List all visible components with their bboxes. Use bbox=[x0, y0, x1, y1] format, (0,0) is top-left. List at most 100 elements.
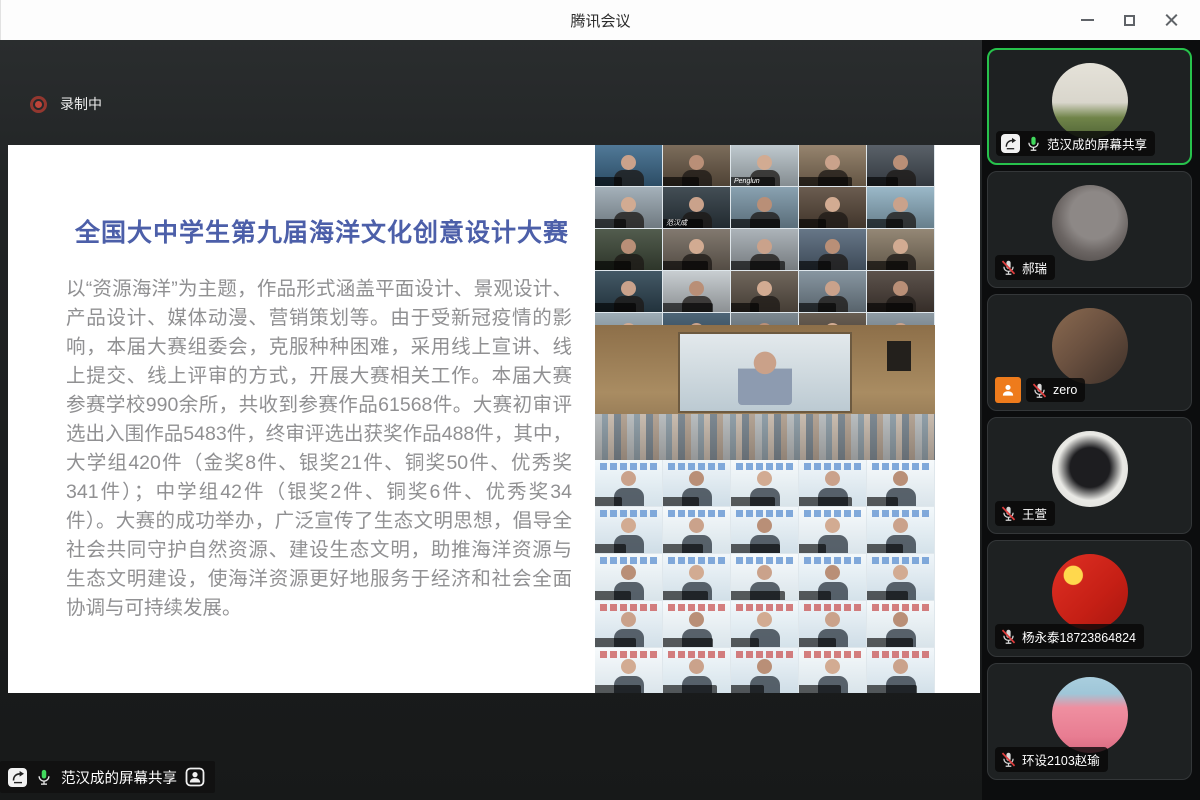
video-wall-tile bbox=[595, 187, 662, 228]
video-wall-tile bbox=[595, 601, 662, 647]
mic-icon bbox=[1000, 628, 1017, 645]
participant-tile[interactable]: 杨永泰18723864824 bbox=[987, 540, 1192, 657]
mic-icon bbox=[1000, 259, 1017, 276]
video-wall-tile bbox=[731, 507, 798, 553]
mic-icon bbox=[1000, 751, 1017, 768]
video-wall-tile bbox=[663, 648, 730, 693]
projection-screen bbox=[680, 334, 850, 411]
video-wall-tile bbox=[731, 187, 798, 228]
video-wall-tile bbox=[799, 313, 866, 325]
video-wall-tile bbox=[799, 145, 866, 186]
video-wall-tile bbox=[663, 145, 730, 186]
video-wall-tile bbox=[731, 648, 798, 693]
video-wall-tile bbox=[663, 271, 730, 312]
video-wall-tile bbox=[867, 145, 934, 186]
mic-icon bbox=[1031, 382, 1048, 399]
participant-tile[interactable]: zero bbox=[987, 294, 1192, 411]
slide-body-text: 以“资源海洋”为主题，作品形式涵盖平面设计、景观设计、产品设计、媒体动漫、营销策… bbox=[66, 275, 572, 623]
gray-cat-avatar bbox=[1052, 185, 1128, 261]
video-wall-tile bbox=[663, 313, 730, 325]
wall-speaker-box bbox=[887, 341, 911, 371]
video-wall-tile: 范汉成 bbox=[663, 187, 730, 228]
video-wall-tile bbox=[867, 460, 934, 506]
video-wall-top-grid: Penglun范汉成 bbox=[595, 145, 935, 325]
participant-tile[interactable]: 郝瑞 bbox=[987, 171, 1192, 288]
video-wall-tile bbox=[595, 313, 662, 325]
maximize-button[interactable] bbox=[1108, 0, 1150, 40]
participant-tile[interactable]: 王萱 bbox=[987, 417, 1192, 534]
close-button[interactable] bbox=[1150, 0, 1192, 40]
video-wall-tile bbox=[663, 554, 730, 600]
remote-speaker-figure bbox=[738, 351, 792, 405]
avatar-view-toggle-icon[interactable] bbox=[185, 767, 205, 787]
video-wall-tile bbox=[663, 601, 730, 647]
minimize-button[interactable] bbox=[1066, 0, 1108, 40]
video-wall-tile bbox=[663, 229, 730, 270]
person-camera-avatar bbox=[1052, 308, 1128, 384]
video-wall-bottom-grid bbox=[595, 460, 935, 693]
video-wall-tile bbox=[595, 648, 662, 693]
participant-name: zero bbox=[1053, 383, 1077, 397]
recording-label: 录制中 bbox=[60, 94, 102, 114]
house-garden-avatar bbox=[1052, 63, 1128, 139]
video-wall-tile bbox=[731, 313, 798, 325]
screen-share-banner-label: 范汉成的屏幕共享 bbox=[61, 767, 177, 788]
video-wall-tile bbox=[799, 229, 866, 270]
video-wall-tile bbox=[731, 601, 798, 647]
screen-share-icon bbox=[8, 768, 27, 787]
video-wall-tile: Penglun bbox=[731, 145, 798, 186]
participant-name: 环设2103赵瑜 bbox=[1022, 750, 1100, 769]
recording-indicator[interactable]: 录制中 bbox=[30, 94, 102, 114]
video-wall-tile bbox=[731, 554, 798, 600]
tencent-meeting-window: 腾讯会议 录制中 全国大中学生第九届海洋文化创意设计大赛 以“资源海洋”为主题，… bbox=[0, 0, 1200, 800]
video-wall-tile bbox=[799, 554, 866, 600]
video-wall-tile bbox=[799, 601, 866, 647]
video-wall-tile bbox=[595, 145, 662, 186]
mic-icon bbox=[1000, 505, 1017, 522]
video-wall-tile bbox=[799, 507, 866, 553]
video-wall-tile bbox=[595, 229, 662, 270]
minimize-icon bbox=[1081, 19, 1094, 21]
video-wall-tile bbox=[799, 460, 866, 506]
participant-name: 范汉成的屏幕共享 bbox=[1047, 134, 1147, 153]
audience-crowd bbox=[595, 414, 935, 460]
close-icon bbox=[1165, 14, 1178, 27]
video-wall-tile bbox=[867, 601, 934, 647]
video-wall-tile bbox=[731, 271, 798, 312]
participant-name: 王萱 bbox=[1022, 504, 1047, 523]
meeting-area: 录制中 全国大中学生第九届海洋文化创意设计大赛 以“资源海洋”为主题，作品形式涵… bbox=[0, 40, 982, 800]
mic-icon bbox=[1025, 135, 1042, 152]
mic-on-icon bbox=[35, 768, 53, 786]
video-wall-tile bbox=[867, 229, 934, 270]
video-wall-tile bbox=[595, 554, 662, 600]
video-wall-tile bbox=[595, 271, 662, 312]
video-wall-tile bbox=[867, 271, 934, 312]
maximize-icon bbox=[1124, 15, 1135, 26]
window-title: 腾讯会议 bbox=[570, 10, 630, 31]
pink-plush-avatar bbox=[1052, 677, 1128, 753]
video-wall-tile bbox=[867, 507, 934, 553]
video-wall-tile bbox=[799, 648, 866, 693]
titlebar: 腾讯会议 bbox=[0, 0, 1200, 40]
video-wall-tile bbox=[731, 229, 798, 270]
video-wall-tile bbox=[663, 507, 730, 553]
participant-tile[interactable]: 范汉成的屏幕共享 bbox=[987, 48, 1192, 165]
participants-sidebar: 范汉成的屏幕共享 郝瑞 bbox=[982, 40, 1200, 800]
video-wall-tile bbox=[663, 460, 730, 506]
participant-tile[interactable]: 环设2103赵瑜 bbox=[987, 663, 1192, 780]
participant-name: 郝瑞 bbox=[1022, 258, 1047, 277]
slide-title: 全国大中学生第九届海洋文化创意设计大赛 bbox=[75, 213, 575, 249]
dark-silhouette-avatar bbox=[1052, 431, 1128, 507]
video-wall-tile bbox=[799, 187, 866, 228]
video-wall-tile bbox=[867, 554, 934, 600]
video-wall-tile bbox=[867, 648, 934, 693]
video-wall-tile bbox=[731, 460, 798, 506]
participant-video-wall: Penglun范汉成 bbox=[595, 145, 935, 693]
video-wall-tile bbox=[867, 187, 934, 228]
recording-icon bbox=[30, 96, 47, 113]
screen-share-banner: 范汉成的屏幕共享 bbox=[0, 761, 215, 793]
video-wall-tile bbox=[799, 271, 866, 312]
video-wall-tile bbox=[595, 507, 662, 553]
video-wall-tile bbox=[867, 313, 934, 325]
participant-name: 杨永泰18723864824 bbox=[1022, 627, 1136, 646]
